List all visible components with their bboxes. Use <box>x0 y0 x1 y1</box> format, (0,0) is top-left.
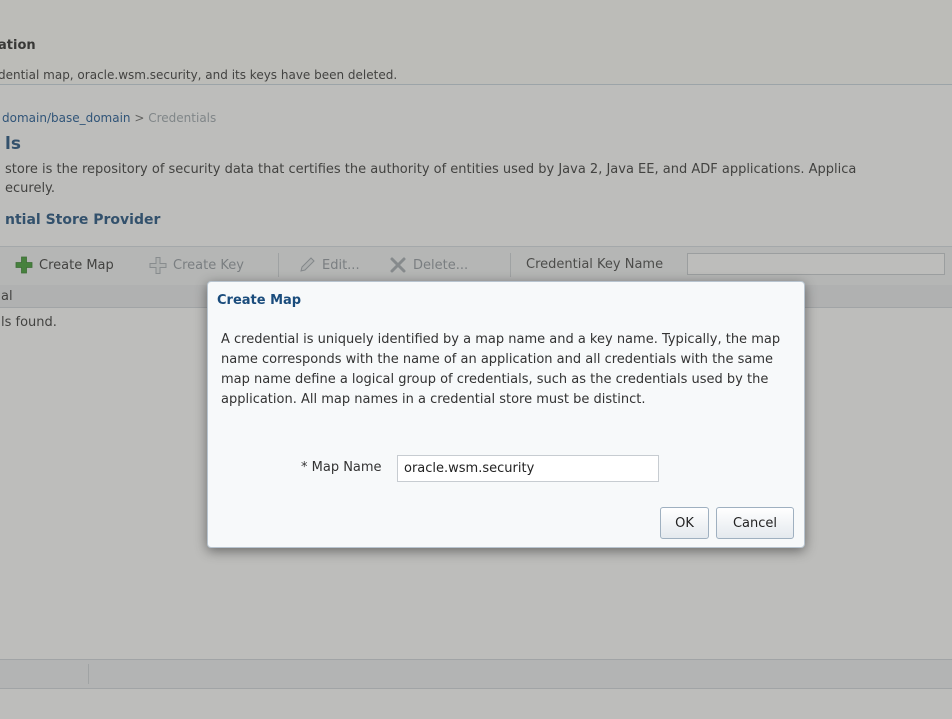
dialog-description: A credential is uniquely identified by a… <box>221 332 781 407</box>
map-name-label: * Map Name <box>301 460 382 475</box>
cancel-button[interactable]: Cancel <box>716 507 794 539</box>
dialog-title: Create Map <box>217 293 302 308</box>
map-name-input[interactable] <box>397 455 659 482</box>
credentials-page: ation dential map, oracle.wsm.security, … <box>0 0 952 719</box>
create-map-dialog: Create Map A credential is uniquely iden… <box>207 281 805 548</box>
ok-button[interactable]: OK <box>660 507 709 539</box>
